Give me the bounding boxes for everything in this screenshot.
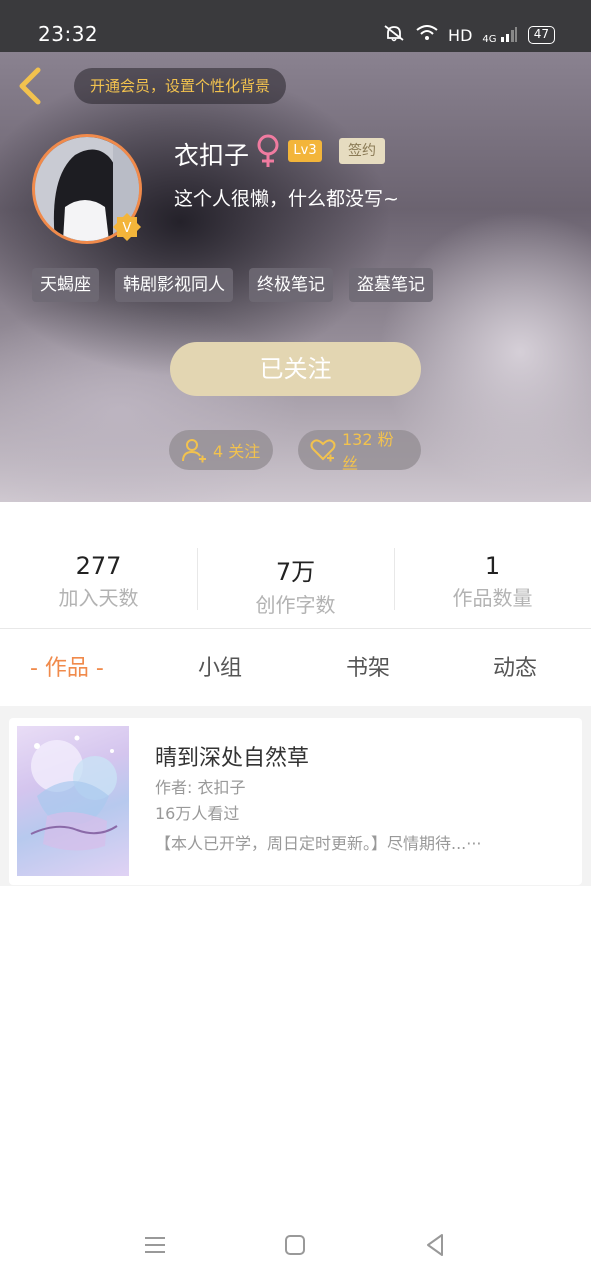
wifi-icon — [416, 25, 438, 45]
tag-item[interactable]: 终极笔记 — [249, 268, 333, 302]
stat-label: 作品数量 — [452, 586, 533, 610]
tag-item[interactable]: 天蝎座 — [32, 268, 99, 302]
cell-signal-icon: 4G — [482, 26, 517, 45]
book-cover-image — [17, 726, 129, 876]
status-bar: 23:32 HD 4G 47 — [0, 0, 591, 52]
nav-menu-button[interactable] — [140, 1230, 170, 1260]
stat-value: 1 — [484, 552, 501, 580]
vip-background-banner[interactable]: 开通会员，设置个性化背景 — [74, 68, 287, 104]
profile-header: 开通会员，设置个性化背景 V 衣扣子 Lv3 签约 这个人很懒，什么都没写~ 天… — [0, 52, 591, 502]
tag-item[interactable]: 盗墓笔记 — [349, 268, 433, 302]
stat-label: 创作字数 — [255, 593, 336, 617]
home-icon — [285, 1235, 305, 1255]
profile-tabs: - 作品 - 小组 书架 动态 — [0, 632, 591, 706]
status-icons: HD 4G 47 — [382, 24, 555, 46]
tag-item[interactable]: 韩剧影视同人 — [115, 268, 233, 302]
following-count: 4 关注 — [213, 442, 261, 461]
following-count-button[interactable]: 4 关注 — [169, 430, 273, 470]
battery-indicator: 47 — [527, 26, 555, 44]
book-author: 作者: 衣扣子 — [155, 778, 246, 797]
network-label: HD — [448, 25, 473, 45]
work-card[interactable]: 晴到深处自然草 作者: 衣扣子 16万人看过 【本人已开学，周日定时更新。】尽情… — [9, 718, 582, 885]
profile-page: 23:32 HD 4G 47 开通会员，设置个性化背景 V 衣扣子 Lv3 签约… — [0, 0, 591, 1280]
tab-works[interactable]: - 作品 - — [30, 632, 104, 706]
stat-join-days: 277 加入天数 — [0, 540, 197, 620]
nav-back-button[interactable] — [420, 1230, 450, 1260]
level-badge: Lv3 — [288, 140, 322, 162]
back-arrow-icon — [19, 67, 41, 105]
tab-bookshelf[interactable]: 书架 — [346, 632, 390, 706]
sign-badge: 签约 — [339, 138, 385, 164]
v-badge-icon: V — [113, 213, 141, 241]
cell-label: 4G — [482, 33, 497, 45]
user-bio: 这个人很懒，什么都没写~ — [174, 188, 399, 210]
stat-label: 加入天数 — [58, 586, 139, 610]
back-icon — [427, 1234, 443, 1256]
status-time: 23:32 — [38, 22, 99, 46]
tag-list: 天蝎座 韩剧影视同人 终极笔记 盗墓笔记 — [32, 268, 433, 302]
mute-icon — [382, 24, 406, 46]
divider — [0, 628, 591, 629]
book-title: 晴到深处自然草 — [155, 746, 310, 771]
fans-count-button[interactable]: 132 粉丝 — [298, 430, 421, 473]
tab-dynamics[interactable]: 动态 — [493, 632, 537, 706]
avatar-container[interactable]: V — [32, 134, 142, 244]
stat-works-count: 1 作品数量 — [394, 540, 591, 620]
book-description: 【本人已开学，周日定时更新。】尽情期待...··· — [155, 834, 482, 853]
fans-count: 132 粉丝 — [342, 430, 394, 473]
female-icon — [257, 134, 279, 167]
stat-value: 7万 — [275, 558, 316, 586]
stat-value: 277 — [75, 552, 122, 580]
tab-group[interactable]: 小组 — [198, 632, 242, 706]
back-button[interactable] — [14, 66, 50, 106]
heart-icon — [310, 439, 336, 462]
followed-button[interactable]: 已关注 — [170, 342, 421, 396]
stat-word-count: 7万 创作字数 — [197, 540, 394, 620]
username: 衣扣子 — [174, 141, 250, 170]
person-add-icon — [182, 439, 206, 463]
book-views: 16万人看过 — [155, 804, 240, 823]
system-nav-bar — [0, 1216, 591, 1280]
nav-home-button[interactable] — [280, 1230, 310, 1260]
menu-icon — [145, 1237, 165, 1253]
stats-row: 277 加入天数 7万 创作字数 1 作品数量 — [0, 540, 591, 620]
svg-text:V: V — [123, 221, 132, 236]
